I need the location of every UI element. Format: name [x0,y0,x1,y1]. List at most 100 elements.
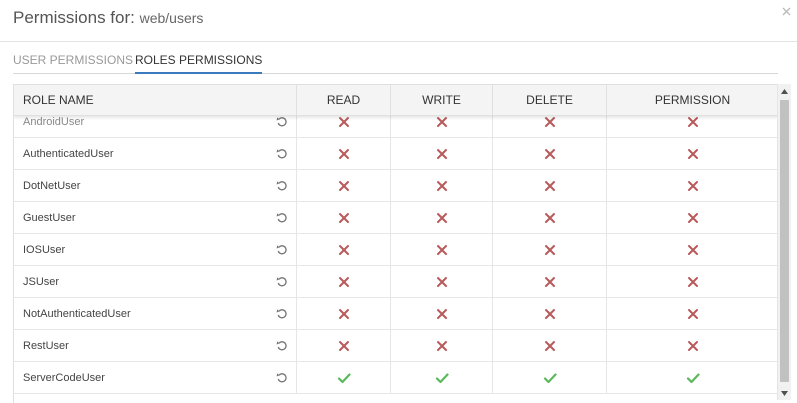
permission-cell-read [297,234,391,265]
role-name: AndroidUser [23,115,85,128]
permission-cell-read [297,138,391,169]
permission-cell-delete [493,202,607,233]
close-icon[interactable] [779,4,793,18]
cross-icon[interactable] [686,211,700,225]
permission-cell-permission [607,234,777,265]
check-icon[interactable] [337,371,351,385]
role-name-cell: JSUser [14,266,297,297]
permission-cell-delete [493,298,607,329]
cross-icon[interactable] [435,147,449,161]
cross-icon[interactable] [543,211,557,225]
cross-icon[interactable] [543,179,557,193]
cross-icon[interactable] [337,147,351,161]
cross-icon[interactable] [435,211,449,225]
permission-cell-write [391,266,493,297]
table-header: ROLE NAME READ WRITE DELETE PERMISSION [14,84,777,116]
tab-user-permissions[interactable]: USER PERMISSIONS [13,51,133,74]
cross-icon[interactable] [337,243,351,257]
cross-icon[interactable] [337,211,351,225]
cross-icon[interactable] [686,115,700,129]
column-header-permission[interactable]: PERMISSION [607,85,777,115]
cross-icon[interactable] [435,275,449,289]
table-row: GuestUser [14,202,777,234]
cross-icon[interactable] [435,179,449,193]
permission-cell-delete [493,170,607,201]
column-header-role-name[interactable]: ROLE NAME [14,85,297,115]
permission-cell-delete [493,330,607,361]
table-row: ServerCodeUser [14,362,777,394]
permission-cell-write [391,362,493,393]
check-icon[interactable] [435,371,449,385]
reset-icon[interactable] [273,202,291,233]
cross-icon[interactable] [337,307,351,321]
role-name: ServerCodeUser [23,371,105,384]
permission-cell-write [391,330,493,361]
permission-cell-read [297,298,391,329]
cross-icon[interactable] [435,243,449,257]
role-name: IOSUser [23,243,66,256]
role-name: GuestUser [23,211,76,224]
reset-icon[interactable] [273,330,291,361]
cross-icon[interactable] [543,115,557,129]
permission-cell-write [391,202,493,233]
arrow-up-icon[interactable] [778,84,791,98]
column-header-write[interactable]: WRITE [391,85,493,115]
scrollbar-thumb[interactable] [780,100,789,382]
cross-icon[interactable] [543,147,557,161]
check-icon[interactable] [543,371,557,385]
cross-icon[interactable] [337,179,351,193]
role-name-cell: DotNetUser [14,170,297,201]
role-name-cell: ServerCodeUser [14,362,297,393]
permission-cell-delete [493,266,607,297]
cross-icon[interactable] [435,339,449,353]
reset-icon[interactable] [273,298,291,329]
cross-icon[interactable] [686,339,700,353]
reset-icon[interactable] [273,362,291,393]
cross-icon[interactable] [337,275,351,289]
cross-icon[interactable] [543,243,557,257]
permission-cell-write [391,298,493,329]
role-name-cell: AuthenticatedUser [14,138,297,169]
cross-icon[interactable] [686,243,700,257]
cross-icon[interactable] [337,339,351,353]
cross-icon[interactable] [337,115,351,129]
cross-icon[interactable] [543,339,557,353]
dialog-header: Permissions for: web/users [0,0,797,42]
check-icon[interactable] [686,371,700,385]
role-name: AuthenticatedUser [23,147,114,160]
cross-icon[interactable] [686,147,700,161]
permission-cell-read [297,362,391,393]
permission-cell-permission [607,170,777,201]
permission-cell-permission [607,266,777,297]
cross-icon[interactable] [435,307,449,321]
permission-tabs: USER PERMISSIONS ROLES PERMISSIONS [13,51,778,74]
permission-cell-write [391,170,493,201]
reset-icon[interactable] [273,266,291,297]
cross-icon[interactable] [686,307,700,321]
cross-icon[interactable] [543,275,557,289]
role-name: JSUser [23,275,60,288]
tab-roles-permissions[interactable]: ROLES PERMISSIONS [135,51,263,74]
permission-cell-permission [607,298,777,329]
cross-icon[interactable] [543,307,557,321]
cross-icon[interactable] [435,115,449,129]
column-header-read[interactable]: READ [297,85,391,115]
reset-icon[interactable] [273,138,291,169]
table-body: AndroidUser AuthenticatedUser DotNetUser Gu… [14,106,777,394]
column-header-delete[interactable]: DELETE [493,85,607,115]
permission-cell-permission [607,202,777,233]
table-row: IOSUser [14,234,777,266]
table-row: JSUser [14,266,777,298]
role-name-cell: IOSUser [14,234,297,265]
reset-icon[interactable] [273,170,291,201]
permission-cell-read [297,266,391,297]
vertical-scrollbar[interactable] [777,84,791,400]
reset-icon[interactable] [273,234,291,265]
cross-icon[interactable] [686,275,700,289]
table-row: AuthenticatedUser [14,138,777,170]
permission-cell-read [297,330,391,361]
arrow-down-icon[interactable] [778,386,791,400]
cross-icon[interactable] [686,179,700,193]
table-row: RestUser [14,330,777,362]
roles-permissions-table: ROLE NAME READ WRITE DELETE PERMISSION A… [13,84,777,403]
